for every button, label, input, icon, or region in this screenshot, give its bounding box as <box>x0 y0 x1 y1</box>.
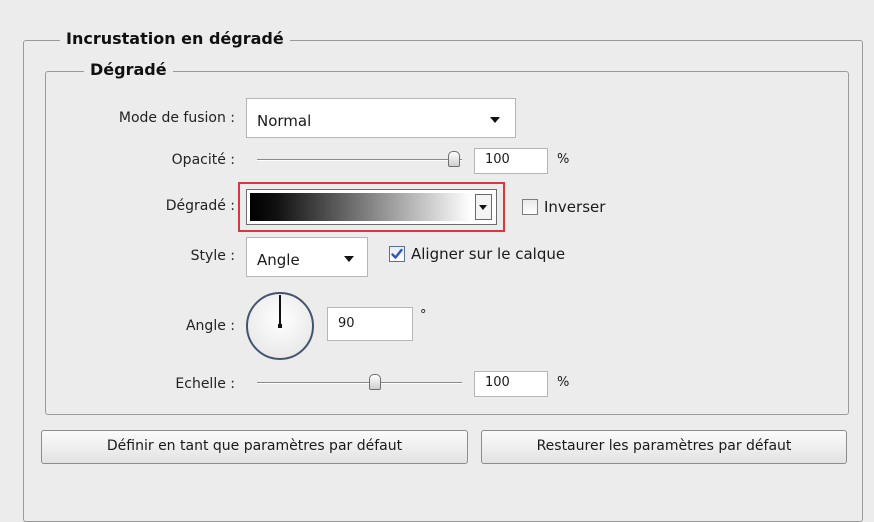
scale-slider-track[interactable] <box>257 382 462 384</box>
blend-mode-dropdown[interactable]: Normal <box>246 98 516 138</box>
style-dropdown[interactable]: Angle <box>246 237 368 277</box>
inner-group-title: Dégradé <box>84 60 173 80</box>
opacity-unit: % <box>557 152 570 167</box>
scale-label: Echelle : <box>175 376 235 392</box>
opacity-label: Opacité : <box>171 152 235 168</box>
align-layer-label[interactable]: Aligner sur le calque <box>411 244 565 264</box>
angle-input[interactable]: 90 <box>327 307 413 341</box>
scale-input[interactable]: 100 <box>474 371 548 397</box>
angle-dial-icon <box>246 292 314 360</box>
style-label: Style : <box>190 248 235 264</box>
chevron-down-icon <box>490 117 500 123</box>
gradient-label: Dégradé : <box>165 198 235 214</box>
style-value: Angle <box>257 251 300 269</box>
set-default-button[interactable]: Définir en tant que paramètres par défau… <box>41 430 468 464</box>
gradient-dropdown-button[interactable] <box>475 194 492 220</box>
angle-label: Angle : <box>185 318 235 334</box>
align-layer-checkbox[interactable] <box>389 246 405 262</box>
chevron-down-icon <box>479 205 487 210</box>
gradient-picker[interactable] <box>246 189 497 225</box>
gradient-swatch[interactable] <box>250 193 471 221</box>
blend-mode-label: Mode de fusion : <box>118 110 235 126</box>
angle-dial[interactable] <box>244 290 316 362</box>
scale-unit: % <box>557 375 570 390</box>
outer-group-title: Incrustation en dégradé <box>60 29 290 49</box>
checkmark-icon <box>391 248 403 259</box>
chevron-down-icon <box>344 256 354 262</box>
blend-mode-value: Normal <box>257 112 312 130</box>
reset-default-button[interactable]: Restaurer les paramètres par défaut <box>481 430 847 464</box>
angle-unit: ° <box>420 308 427 323</box>
scale-slider-thumb[interactable] <box>368 374 381 390</box>
opacity-input[interactable]: 100 <box>474 148 548 174</box>
reverse-checkbox[interactable] <box>522 199 538 215</box>
opacity-slider-thumb[interactable] <box>448 151 460 167</box>
reverse-label[interactable]: Inverser <box>544 197 605 217</box>
opacity-slider-track[interactable] <box>257 159 462 161</box>
